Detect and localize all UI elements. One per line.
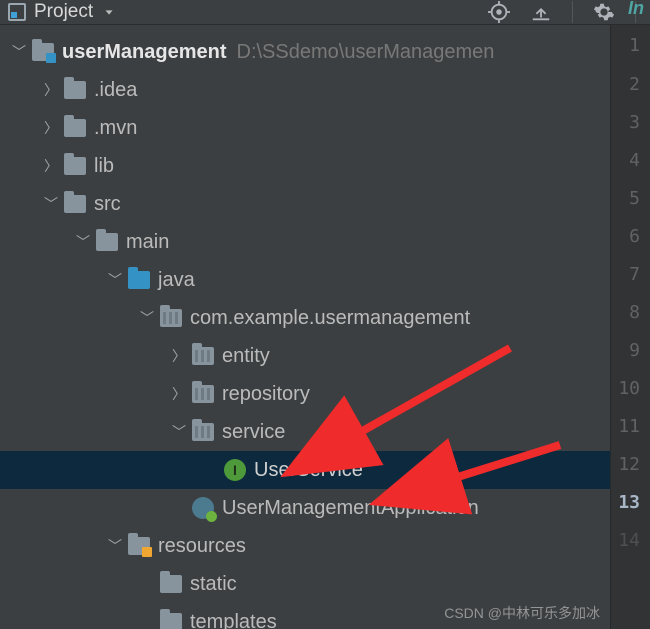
- project-tree[interactable]: ﹀ userManagement D:\SSdemo\userManagemen…: [0, 25, 610, 629]
- project-icon: [8, 3, 26, 21]
- chevron-right-icon[interactable]: 〉: [172, 346, 186, 366]
- editor-tab-partial[interactable]: In: [628, 0, 644, 19]
- chevron-right-icon[interactable]: 〉: [172, 384, 186, 404]
- tree-root[interactable]: ﹀ userManagement D:\SSdemo\userManagemen: [0, 33, 610, 71]
- folder-icon: [64, 79, 86, 101]
- item-label: java: [158, 269, 195, 292]
- folder-icon: [96, 231, 118, 253]
- item-label: templates: [190, 611, 277, 629]
- toolbar-right: [488, 1, 642, 23]
- chevron-down-icon[interactable]: ﹀: [76, 232, 90, 252]
- folder-icon: [160, 611, 182, 629]
- line-number: 14: [611, 521, 640, 559]
- item-label: repository: [222, 383, 310, 406]
- divider: [572, 1, 573, 23]
- line-number: 7: [611, 255, 640, 293]
- chevron-down-icon[interactable]: ﹀: [108, 270, 122, 290]
- expand-all-icon[interactable]: [530, 1, 552, 23]
- item-label: UserService: [254, 459, 363, 482]
- package-icon: [192, 383, 214, 405]
- line-number: 6: [611, 217, 640, 255]
- item-label: com.example.usermanagement: [190, 307, 470, 330]
- item-label: static: [190, 573, 237, 596]
- line-number-current: 13: [611, 483, 640, 521]
- tree-item-idea[interactable]: 〉 .idea: [0, 71, 610, 109]
- watermark: CSDN @中林可乐多加冰: [444, 603, 600, 623]
- chevron-down-icon[interactable]: ﹀: [108, 536, 122, 556]
- line-number: 5: [611, 179, 640, 217]
- resources-folder-icon: [128, 535, 150, 557]
- line-number: 9: [611, 331, 640, 369]
- chevron-down-icon[interactable]: ﹀: [12, 42, 26, 62]
- dropdown-icon[interactable]: ▼: [103, 8, 115, 16]
- tree-item-main[interactable]: ﹀ main: [0, 223, 610, 261]
- package-icon: [160, 307, 182, 329]
- item-label: lib: [94, 155, 114, 178]
- tree-item-package[interactable]: ﹀ com.example.usermanagement: [0, 299, 610, 337]
- package-icon: [192, 421, 214, 443]
- line-number: 10: [611, 369, 640, 407]
- project-label[interactable]: Project: [34, 1, 93, 23]
- chevron-down-icon[interactable]: ﹀: [140, 308, 154, 328]
- line-number: 3: [611, 103, 640, 141]
- item-label: src: [94, 193, 121, 216]
- line-number: 8: [611, 293, 640, 331]
- folder-icon: [64, 193, 86, 215]
- source-folder-icon: [128, 269, 150, 291]
- folder-icon: [64, 155, 86, 177]
- settings-icon[interactable]: [593, 1, 615, 23]
- item-label: main: [126, 231, 169, 254]
- tree-item-lib[interactable]: 〉 lib: [0, 147, 610, 185]
- tree-item-userservice[interactable]: 〉 I UserService: [0, 451, 610, 489]
- item-label: .mvn: [94, 117, 137, 140]
- tree-item-repository[interactable]: 〉 repository: [0, 375, 610, 413]
- folder-icon: [160, 573, 182, 595]
- springboot-icon: [192, 497, 214, 519]
- module-folder-icon: [32, 41, 54, 63]
- editor-gutter: 1 2 3 4 5 6 7 8 9 10 11 12 13 14: [610, 25, 650, 629]
- line-number: 1: [611, 25, 640, 65]
- item-label: resources: [158, 535, 246, 558]
- toolbar: Project ▼ In: [0, 0, 650, 25]
- locate-icon[interactable]: [488, 1, 510, 23]
- folder-icon: [64, 117, 86, 139]
- line-number: 2: [611, 65, 640, 103]
- chevron-right-icon[interactable]: 〉: [44, 80, 58, 100]
- tree-item-entity[interactable]: 〉 entity: [0, 337, 610, 375]
- tree-item-resources[interactable]: ﹀ resources: [0, 527, 610, 565]
- tree-item-src[interactable]: ﹀ src: [0, 185, 610, 223]
- item-label: .idea: [94, 79, 137, 102]
- tree-item-static[interactable]: 〉 static: [0, 565, 610, 603]
- chevron-down-icon[interactable]: ﹀: [44, 194, 58, 214]
- item-label: service: [222, 421, 285, 444]
- root-name: userManagement: [62, 41, 227, 64]
- line-number: 4: [611, 141, 640, 179]
- line-number: 12: [611, 445, 640, 483]
- item-label: entity: [222, 345, 270, 368]
- tree-item-service[interactable]: ﹀ service: [0, 413, 610, 451]
- interface-icon: I: [224, 459, 246, 481]
- tree-item-app[interactable]: 〉 UserManagementApplication: [0, 489, 610, 527]
- chevron-down-icon[interactable]: ﹀: [172, 422, 186, 442]
- tree-item-mvn[interactable]: 〉 .mvn: [0, 109, 610, 147]
- line-number: 11: [611, 407, 640, 445]
- chevron-right-icon[interactable]: 〉: [44, 156, 58, 176]
- root-path: D:\SSdemo\userManagemen: [237, 41, 495, 64]
- chevron-right-icon[interactable]: 〉: [44, 118, 58, 138]
- tree-item-java[interactable]: ﹀ java: [0, 261, 610, 299]
- item-label: UserManagementApplication: [222, 497, 479, 520]
- package-icon: [192, 345, 214, 367]
